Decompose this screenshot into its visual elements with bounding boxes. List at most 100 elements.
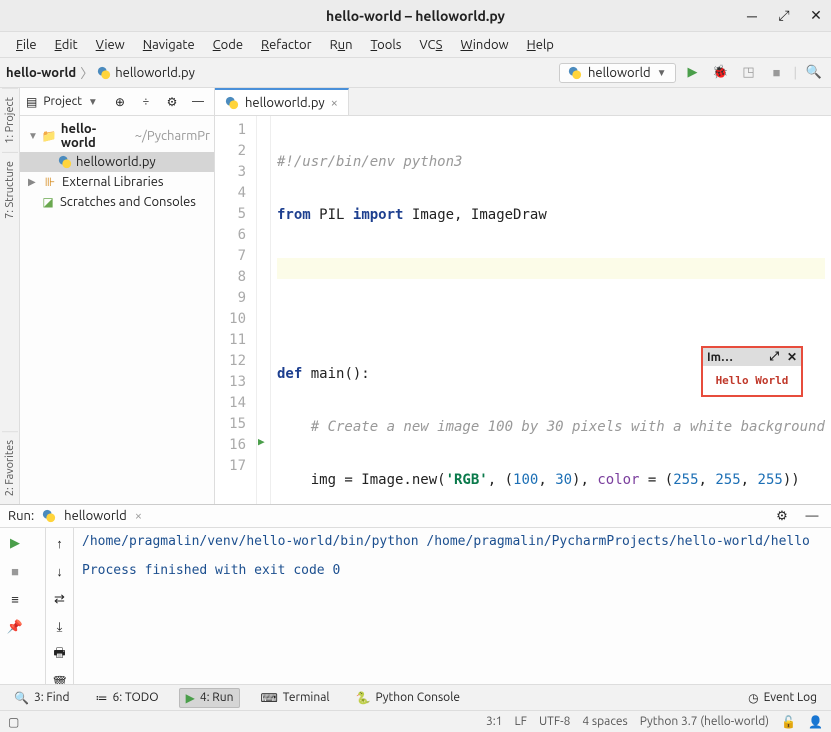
code-line-1: #!/usr/bin/env python3 [277, 154, 462, 170]
menu-file[interactable]: File [8, 36, 45, 54]
coverage-button[interactable]: ◳ [738, 62, 760, 84]
menu-help[interactable]: Help [519, 36, 562, 54]
status-cursor-pos[interactable]: 3:1 [486, 715, 503, 728]
status-indent[interactable]: 4 spaces [582, 715, 627, 728]
editor-tab-helloworld[interactable]: helloworld.py × [215, 88, 349, 115]
python-file-icon [97, 66, 111, 80]
search-everywhere-button[interactable]: 🔍 [803, 62, 825, 84]
menu-edit[interactable]: Edit [47, 36, 86, 54]
folder-icon: 📁 [42, 128, 57, 144]
tree-external-libraries[interactable]: ▶ ⊪ External Libraries [20, 172, 214, 192]
layout-button[interactable]: ≡ [4, 588, 26, 610]
tree-scratches[interactable]: ◪ Scratches and Consoles [20, 192, 214, 212]
tool-python-console[interactable]: 🐍Python Console [350, 689, 466, 707]
close-run-tab-icon[interactable]: × [135, 509, 142, 523]
run-header: Run: helloworld × ⚙ — [0, 505, 831, 528]
overlay-maximize-icon[interactable]: ⤢ [769, 350, 779, 364]
gear-icon[interactable]: ⚙ [162, 91, 182, 113]
close-icon[interactable]: ✕ [809, 9, 823, 23]
debug-button[interactable]: 🐞 [710, 62, 732, 84]
menu-vcs[interactable]: VCS [411, 36, 450, 54]
tool-tab-project[interactable]: 1: Project [2, 88, 18, 152]
lock-icon[interactable]: 🔓 [781, 715, 796, 729]
stop-button[interactable]: ■ [766, 62, 788, 84]
status-interpreter[interactable]: Python 3.7 (hello-world) [640, 715, 769, 728]
run-button[interactable]: ▶ [682, 62, 704, 84]
overlay-close-icon[interactable]: ✕ [787, 350, 797, 364]
breadcrumb-project[interactable]: hello-world [6, 66, 76, 80]
close-tab-icon[interactable]: × [331, 96, 338, 110]
overlay-title: Im… [707, 351, 733, 364]
status-bar: ▢ 3:1 LF UTF-8 4 spaces Python 3.7 (hell… [0, 710, 831, 732]
tool-tab-structure[interactable]: 7: Structure [2, 152, 18, 227]
code-lines[interactable]: #!/usr/bin/env python3 from PIL import I… [271, 116, 831, 504]
run-config-name: helloworld [588, 66, 651, 80]
run-gutter-icon[interactable]: ▶ [258, 435, 265, 448]
breadcrumb: hello-world 〉 helloworld.py [6, 63, 195, 82]
run-output-line-1: /home/pragmalin/venv/hello-world/bin/pyt… [82, 534, 823, 549]
rerun-button[interactable]: ▶ [4, 532, 26, 554]
scroll-button[interactable]: ⤓ [49, 616, 71, 638]
status-icon[interactable]: ▢ [8, 715, 19, 729]
run-label: Run: [8, 509, 34, 523]
menu-code[interactable]: Code [205, 36, 251, 54]
menu-run[interactable]: Run [322, 36, 361, 54]
project-panel-title: Project [43, 95, 82, 108]
hide-icon[interactable]: — [188, 91, 208, 113]
tool-tab-favorites[interactable]: 2: Favorites [2, 431, 18, 504]
run-config-selector[interactable]: helloworld ▼ [559, 63, 676, 83]
stop-button[interactable]: ■ [4, 560, 26, 582]
menu-navigate[interactable]: Navigate [135, 36, 203, 54]
print-button[interactable]: 🖶 [49, 644, 71, 666]
chevron-down-icon[interactable]: ▼ [88, 96, 98, 108]
tree-root[interactable]: ▼ 📁 hello-world ~/PycharmPr [20, 120, 214, 152]
pin-button[interactable]: 📌 [4, 616, 26, 638]
minimize-icon[interactable]: ─ [745, 9, 759, 23]
tree-file-label: helloworld.py [76, 155, 156, 169]
navigation-bar: hello-world 〉 helloworld.py helloworld ▼… [0, 58, 831, 88]
gear-icon[interactable]: ⚙ [771, 505, 793, 527]
collapse-icon[interactable]: ÷ [136, 91, 156, 113]
overlay-titlebar: Im… ⤢ ✕ [703, 348, 801, 366]
window-controls: ─ ⤢ ✕ [745, 9, 823, 23]
left-tool-strip: 1: Project 7: Structure 2: Favorites [0, 88, 20, 504]
tool-event-log[interactable]: ◷Event Log [742, 689, 823, 707]
run-icon: ▶ [186, 691, 195, 705]
status-line-ending[interactable]: LF [515, 715, 527, 728]
locate-icon[interactable]: ⊕ [110, 91, 130, 113]
current-line [277, 258, 825, 279]
python-icon [42, 509, 56, 523]
menu-window[interactable]: Window [452, 36, 516, 54]
down-button[interactable]: ↓ [49, 560, 71, 582]
menu-refactor[interactable]: Refactor [253, 36, 320, 54]
gutter-line-numbers: 1234567891011121314151617 [215, 116, 257, 504]
todo-icon: ≔ [96, 691, 108, 705]
chevron-right-icon: 〉 [80, 63, 93, 82]
tool-todo[interactable]: ≔6: TODO [90, 689, 165, 707]
up-button[interactable]: ↑ [49, 532, 71, 554]
code-editor[interactable]: 1234567891011121314151617 ▶ #!/usr/bin/e… [215, 116, 831, 504]
menu-tools[interactable]: Tools [363, 36, 410, 54]
tree-file-helloworld[interactable]: helloworld.py [20, 152, 214, 172]
image-preview-window[interactable]: Im… ⤢ ✕ Hello World [701, 346, 803, 397]
gutter-icons: ▶ [257, 116, 271, 504]
chevron-down-icon: ▼ [657, 67, 667, 79]
run-output[interactable]: /home/pragmalin/venv/hello-world/bin/pyt… [74, 528, 831, 698]
tool-terminal[interactable]: ⌨Terminal [254, 689, 335, 707]
python-file-icon [225, 96, 239, 110]
hide-icon[interactable]: — [801, 505, 823, 527]
breadcrumb-file[interactable]: helloworld.py [115, 66, 195, 80]
tree-root-path: ~/PycharmPr [135, 129, 210, 143]
tool-find[interactable]: 🔍3: Find [8, 689, 76, 707]
run-toolbar-left2: ↑ ↓ ⇄ ⤓ 🖶 🗑 [46, 528, 74, 698]
wrap-button[interactable]: ⇄ [49, 588, 71, 610]
editor-tab-label: helloworld.py [245, 96, 325, 110]
tool-run[interactable]: ▶4: Run [179, 688, 241, 708]
status-encoding[interactable]: UTF-8 [539, 715, 570, 728]
menu-view[interactable]: View [88, 36, 133, 54]
maximize-icon[interactable]: ⤢ [777, 9, 791, 23]
run-tab-name[interactable]: helloworld [64, 509, 127, 523]
tree-extlib-label: External Libraries [62, 175, 164, 189]
inspector-icon[interactable]: 👤 [808, 715, 823, 729]
run-body: ▶ ■ ≡ 📌 ↑ ↓ ⇄ ⤓ 🖶 🗑 /home/pragmalin/venv… [0, 528, 831, 698]
